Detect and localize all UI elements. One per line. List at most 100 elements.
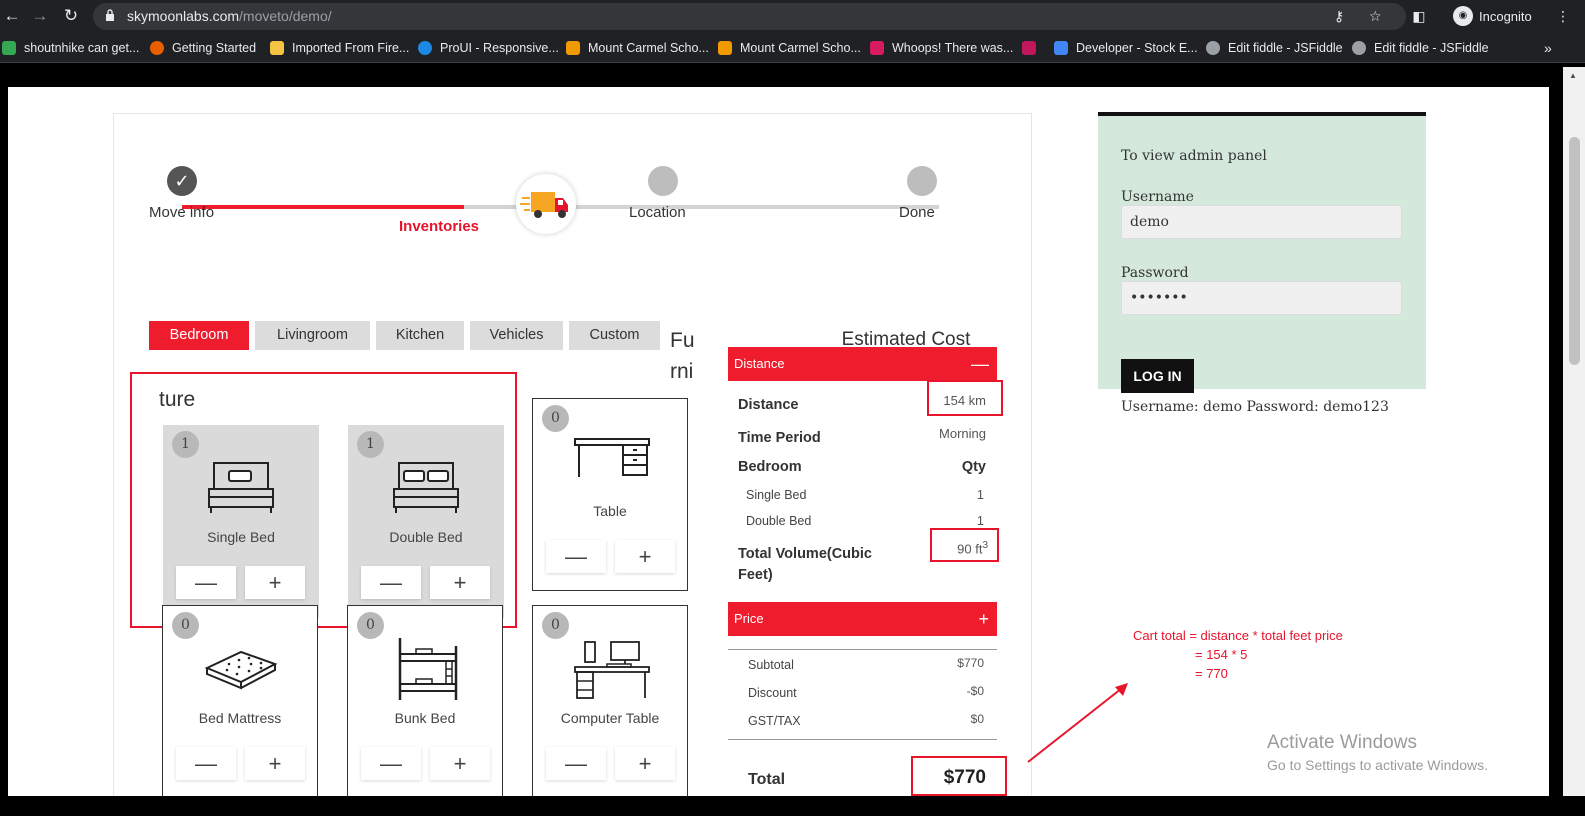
forward-arrow-icon[interactable]: → [30, 6, 50, 26]
username-input[interactable]: demo [1121, 205, 1402, 239]
decrease-button[interactable]: — [546, 540, 606, 573]
bookmark-item[interactable]: shoutnhike can get... [2, 40, 139, 56]
step-location-dot [648, 166, 678, 196]
bookmark-item[interactable]: Edit fiddle - JSFiddle [1206, 40, 1343, 56]
distance-section-header[interactable]: Distance — [728, 347, 997, 381]
divider [728, 649, 997, 650]
scrollbar-thumb[interactable] [1569, 137, 1580, 365]
tax-label: GST/TAX [748, 714, 801, 728]
bookmark-item[interactable]: Mount Carmel Scho... [566, 40, 709, 56]
annotation-arrow-icon [1027, 683, 1128, 763]
increase-button[interactable]: + [430, 566, 490, 599]
qty-badge: 0 [357, 612, 384, 639]
bookmark-item[interactable]: ProUI - Responsive... [418, 40, 559, 56]
bookmark-item[interactable]: Imported From Fire... [270, 40, 409, 56]
sidepanel-icon[interactable]: ◧ [1409, 6, 1429, 26]
collapse-icon[interactable]: — [971, 347, 989, 381]
increase-button[interactable]: + [615, 540, 675, 573]
bookmark-item[interactable]: Whoops! There was... [870, 40, 1013, 56]
increase-button[interactable]: + [245, 747, 305, 780]
expand-icon[interactable]: + [978, 602, 989, 636]
progress-line-done [182, 205, 486, 209]
tab-custom[interactable]: Custom [569, 321, 660, 350]
browser-toolbar: ← → ↻ skymoonlabs.com/moveto/demo/ ⚷ ☆ ◧… [0, 0, 1585, 33]
decrease-button[interactable]: — [361, 747, 421, 780]
volume-label: Total Volume(Cubic Feet) [738, 546, 872, 583]
reload-icon[interactable]: ↻ [61, 6, 81, 26]
time-period-label: Time Period [738, 430, 821, 446]
qty-badge: 1 [172, 431, 199, 458]
app-icon [1022, 41, 1036, 55]
item-card-table: 0 Table — + [532, 398, 688, 591]
computer-table-icon [574, 641, 650, 699]
bookmarks-bar: shoutnhike can get... Getting Started Im… [0, 33, 1585, 63]
login-intro: To view admin panel [1121, 148, 1267, 164]
item-name: Double Bed [389, 529, 463, 545]
incognito-indicator[interactable]: ◉ Incognito [1453, 5, 1532, 27]
line-item-name: Double Bed [746, 514, 812, 528]
increase-button[interactable]: + [245, 566, 305, 599]
tab-bedroom[interactable]: Bedroom [149, 321, 249, 350]
address-bar[interactable]: skymoonlabs.com/moveto/demo/ ⚷ ☆ [93, 3, 1406, 30]
bookmark-item[interactable]: Edit fiddle - JSFiddle [1352, 40, 1489, 56]
table-icon [574, 438, 650, 477]
subtotal-value: $770 [957, 656, 984, 670]
total-highlight [911, 756, 1007, 796]
username-label: Username [1121, 189, 1194, 205]
category-title: ture [159, 388, 196, 411]
tab-livingroom[interactable]: Livingroom [255, 321, 370, 350]
annotation-calc: = 154 * 5 [1195, 647, 1248, 662]
lock-icon [106, 9, 114, 21]
distance-label: Distance [738, 397, 799, 413]
globe-icon [1352, 41, 1366, 55]
bunk-bed-icon [398, 638, 458, 700]
annotation-formula: Cart total = distance * total feet price [1133, 628, 1343, 643]
book-icon [718, 41, 732, 55]
item-card-single-bed: 1 Single Bed — + [163, 425, 319, 618]
item-name: Single Bed [207, 529, 275, 545]
double-bed-icon [393, 462, 459, 513]
bookmark-item[interactable] [1022, 40, 1036, 56]
step-label-move-info: Move info [149, 204, 215, 221]
qty-header: Qty [961, 459, 986, 475]
page-content: ✓ Move info Inventories Location Done Be… [8, 87, 1549, 796]
step-label-inventories: Inventories [399, 218, 480, 235]
app-icon [870, 41, 884, 55]
demo-credentials: Username: demo Password: demo123 [1121, 399, 1389, 415]
windows-watermark-subtitle: Go to Settings to activate Windows. [1267, 757, 1488, 773]
more-bookmarks-icon[interactable]: » [1544, 40, 1552, 56]
back-arrow-icon[interactable]: ← [2, 6, 22, 26]
decrease-button[interactable]: — [176, 747, 236, 780]
leaf-icon [2, 41, 16, 55]
step-label-done: Done [899, 204, 935, 221]
tab-kitchen[interactable]: Kitchen [376, 321, 464, 350]
bookmark-item[interactable]: Developer - Stock E... [1054, 40, 1198, 56]
increase-button[interactable]: + [430, 747, 490, 780]
decrease-button[interactable]: — [176, 566, 236, 599]
annotation-result: = 770 [1195, 666, 1228, 681]
bookmark-item[interactable]: Mount Carmel Scho... [718, 40, 861, 56]
page-scrollbar[interactable]: ▲ [1563, 67, 1585, 796]
tab-vehicles[interactable]: Vehicles [470, 321, 563, 350]
key-icon[interactable]: ⚷ [1334, 8, 1344, 25]
incognito-label: Incognito [1479, 8, 1532, 24]
login-button[interactable]: LOG IN [1121, 359, 1194, 393]
single-bed-icon [208, 462, 274, 513]
step-done-dot [907, 166, 937, 196]
line-item-qty: 1 [976, 487, 984, 502]
tax-value: $0 [970, 712, 984, 726]
doc-icon [1054, 41, 1068, 55]
menu-icon[interactable]: ⋮ [1553, 6, 1573, 26]
bookmark-item[interactable]: Getting Started [150, 40, 256, 56]
scroll-up-icon[interactable]: ▲ [1569, 71, 1577, 80]
decrease-button[interactable]: — [546, 747, 606, 780]
password-input[interactable]: ••••••• [1121, 281, 1402, 315]
password-label: Password [1121, 265, 1189, 281]
qty-badge: 1 [357, 431, 384, 458]
decrease-button[interactable]: — [361, 566, 421, 599]
star-icon[interactable]: ☆ [1369, 8, 1382, 25]
price-section-header[interactable]: Price + [728, 602, 997, 636]
increase-button[interactable]: + [615, 747, 675, 780]
item-name: Bed Mattress [198, 710, 282, 726]
admin-login-panel: To view admin panel Username demo Passwo… [1098, 112, 1426, 415]
